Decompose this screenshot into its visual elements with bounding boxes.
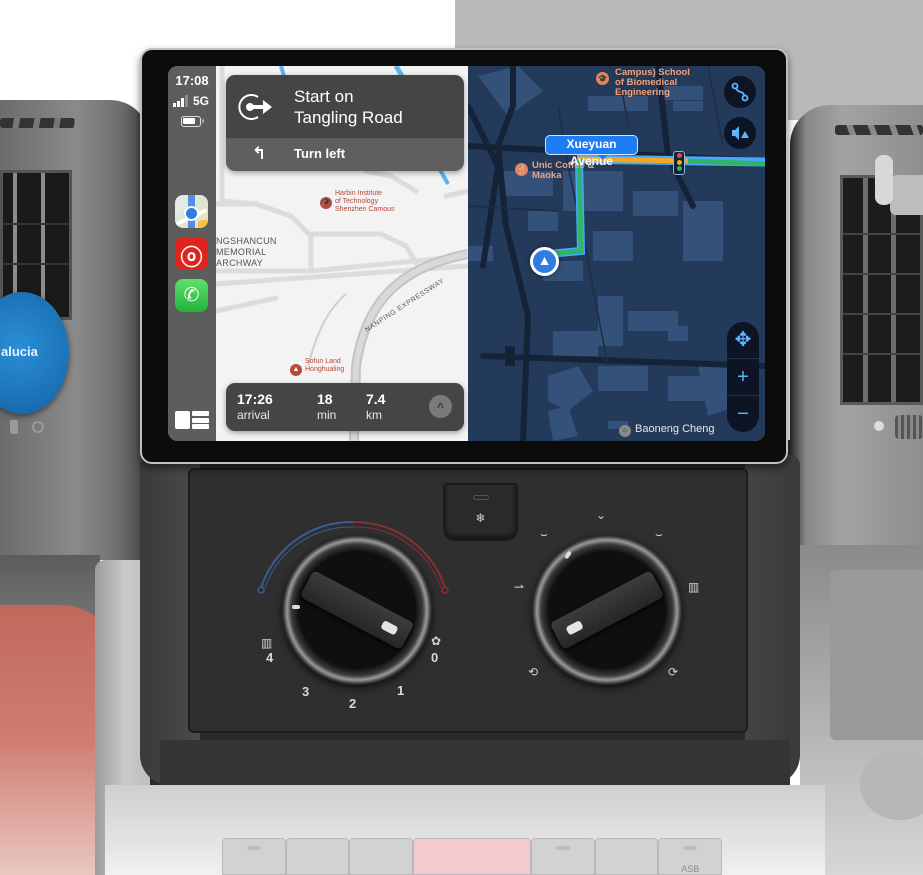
face-feet-vent-icon: ⌣ <box>540 527 548 541</box>
university-poi-icon[interactable]: 🎓 <box>320 197 332 209</box>
street-name-callout: Xueyuan Avenue <box>545 135 638 168</box>
fan-speed-3: 3 <box>302 684 310 699</box>
route-overview-icon <box>731 82 749 102</box>
hazard-switch[interactable] <box>412 838 532 875</box>
turn-left-icon: ↰ <box>252 144 267 163</box>
maneuver-title: Start on Tangling Road <box>294 87 403 127</box>
pan-button[interactable]: ✥ <box>727 322 759 358</box>
switch-row: ASB <box>222 838 722 875</box>
air-distribution-knob[interactable] <box>532 535 682 685</box>
primary-maneuver: Start on Tangling Road <box>226 75 464 138</box>
vent-dial-right <box>874 421 884 431</box>
trip-duration: 18 <box>317 391 333 407</box>
maps-app-icon[interactable] <box>175 195 208 228</box>
arrival-label: arrival <box>237 408 270 422</box>
fan-speed-0: 0 <box>431 650 439 665</box>
maneuver-card[interactable]: Start on Tangling Road ↰ Turn left <box>226 75 464 171</box>
poi-biomedical-engineering[interactable]: Campus) School of Biomedical Engineering <box>615 68 690 98</box>
plus-icon: + <box>737 366 749 388</box>
duration-unit: min <box>317 408 337 422</box>
unlock-switch[interactable] <box>594 838 659 875</box>
fan-icon: ✿ <box>431 634 442 648</box>
storage-pocket <box>830 570 923 740</box>
switch-3[interactable] <box>349 838 413 875</box>
eta-card[interactable]: 17:26 arrival 18 min 7.4 km ^ <box>226 383 464 431</box>
lock-switch[interactable] <box>531 838 595 875</box>
battery-icon <box>181 116 204 127</box>
face-vent-icon: ⇀ <box>514 580 525 594</box>
speaker-alert-icon <box>732 126 749 140</box>
distance-unit: km <box>366 408 382 422</box>
windshield-defrost-icon: ▥ <box>688 580 700 594</box>
poi-harbin-institute[interactable]: Harbin Institute of Technology Shenzhen … <box>335 190 395 214</box>
pan-arrows-icon: ✥ <box>734 329 752 351</box>
carplay-screen: 17:08 5G ⓞ ✆ 🎓 Harbin Institute of Techn… <box>168 66 765 441</box>
phone-mount-clip <box>875 155 923 215</box>
snowflake-icon: ❄ <box>475 511 486 525</box>
switch-2[interactable] <box>285 838 350 875</box>
dark-map-scene <box>468 66 765 441</box>
fresh-air-icon: ⟳ <box>668 665 679 679</box>
status-time: 17:08 <box>175 73 209 88</box>
recirculation-icon: ⟲ <box>528 665 539 679</box>
vent-wheel-right <box>895 415 923 439</box>
right-vent-slits <box>835 125 923 135</box>
restaurant-poi-icon[interactable]: 🍴 <box>515 163 528 176</box>
feet-windshield-vent-icon: ⌣ <box>655 527 663 541</box>
fan-speed-4: 4 <box>266 650 274 665</box>
building-poi-icon: ⌂ <box>619 425 631 437</box>
asb-switch[interactable]: ASB <box>658 838 722 875</box>
school-poi-icon[interactable]: 🎓 <box>596 72 609 85</box>
place-label-baoneng-cheng[interactable]: Baoneng Cheng <box>635 423 715 435</box>
traffic-light-icon <box>673 151 685 175</box>
minus-icon: − <box>737 403 749 425</box>
carplay-sidebar: 17:08 5G ⓞ ✆ <box>168 66 216 441</box>
fan-speed-2: 2 <box>349 696 357 711</box>
next-instruction: Turn left <box>294 146 346 161</box>
fan-speed-1: 1 <box>397 683 405 698</box>
route-overview-button[interactable] <box>724 76 756 108</box>
poi-sofun-land[interactable]: Sofun Land Honghualing <box>305 358 344 374</box>
console-frame-right <box>745 455 800 785</box>
signal-strength-icon <box>173 95 188 107</box>
switch-1[interactable] <box>222 838 286 875</box>
feet-vent-icon: ⌄ <box>596 508 607 522</box>
zoom-in-button[interactable]: + <box>727 359 759 395</box>
arrival-time: 17:26 <box>237 391 273 407</box>
defrost-icon: ▥ <box>261 636 273 650</box>
left-vent-slits <box>0 118 75 128</box>
ac-button[interactable]: ❄ <box>443 483 518 541</box>
current-location-icon: ▲ <box>530 247 559 276</box>
next-maneuver: ↰ Turn left <box>226 138 464 171</box>
area-label-memorial-archway: NGSHANCUN MEMORIAL ARCHWAY <box>216 236 277 268</box>
ac-indicator <box>473 495 489 500</box>
map-dark-pane[interactable]: 🎓 Campus) School of Biomedical Engineeri… <box>468 66 765 441</box>
chevron-up-icon[interactable]: ^ <box>429 395 452 418</box>
vent-lever <box>10 420 18 434</box>
park-poi-icon[interactable]: ▲ <box>290 364 302 376</box>
temperature-fan-knob[interactable] <box>282 535 432 685</box>
trip-distance: 7.4 <box>366 391 386 407</box>
music-app-icon[interactable]: ⓞ <box>175 237 208 270</box>
phone-app-icon[interactable]: ✆ <box>175 279 208 312</box>
map-zoom-controls: ✥ + − <box>727 322 759 432</box>
asb-label: ASB <box>681 864 700 874</box>
vent-dial <box>32 421 44 433</box>
audio-guidance-button[interactable] <box>724 117 756 149</box>
network-type: 5G <box>193 94 210 108</box>
start-route-icon <box>238 94 272 120</box>
zoom-out-button[interactable]: − <box>727 396 759 432</box>
dashboard-toggle-icon[interactable] <box>175 411 209 429</box>
air-freshener-brand: alucia <box>1 344 38 359</box>
